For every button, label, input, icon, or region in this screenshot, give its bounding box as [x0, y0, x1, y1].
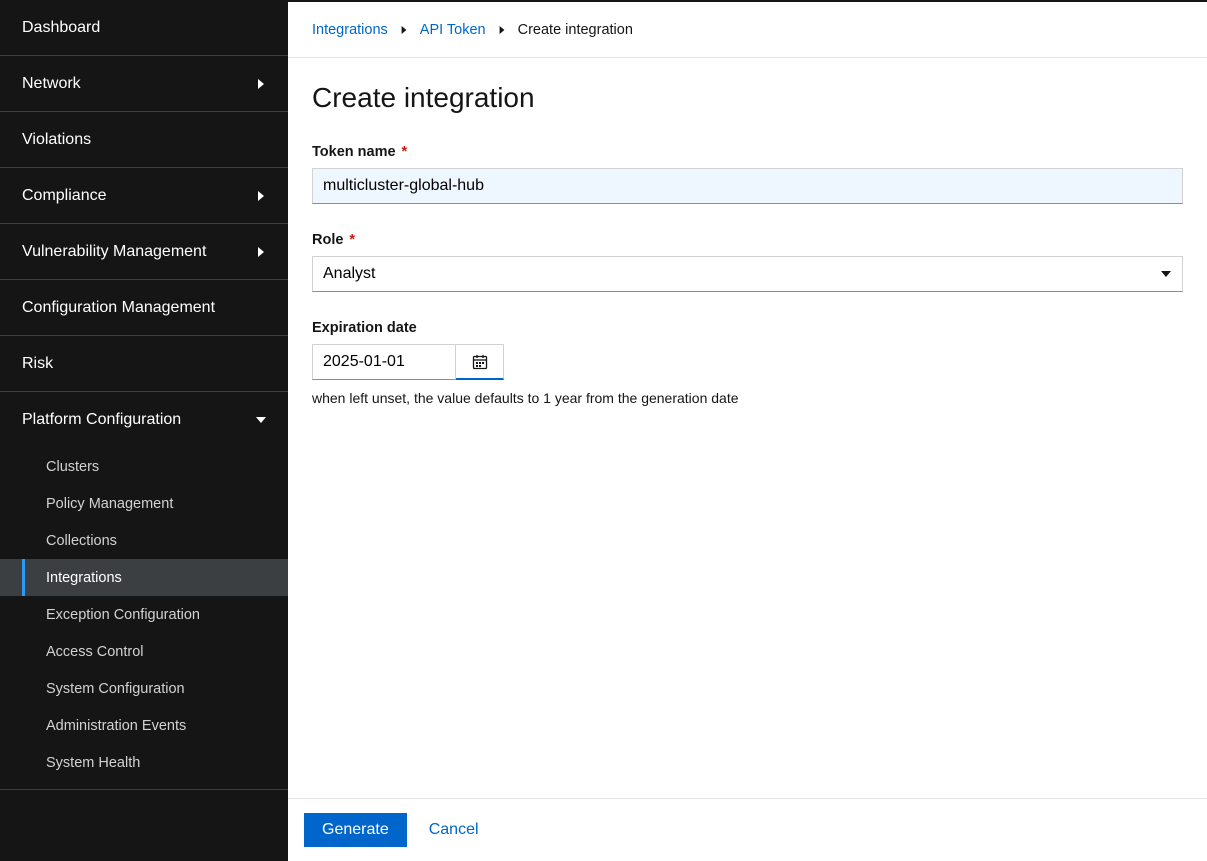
sidebar-subitem-label: Integrations — [46, 570, 122, 586]
sidebar-item-compliance[interactable]: Compliance — [0, 168, 288, 224]
sidebar-item-label: Violations — [22, 131, 91, 149]
cancel-button[interactable]: Cancel — [423, 813, 485, 847]
sidebar-subitem-policy-management[interactable]: Policy Management — [0, 485, 288, 522]
expiration-help-text: when left unset, the value defaults to 1… — [312, 390, 1183, 406]
sidebar-item-network[interactable]: Network — [0, 56, 288, 112]
form: Token name * Role * Analyst Expiration d… — [288, 144, 1207, 798]
sidebar-subitem-label: System Configuration — [46, 681, 185, 697]
chevron-down-icon — [256, 415, 266, 425]
breadcrumb-link-integrations[interactable]: Integrations — [312, 22, 388, 38]
chevron-right-icon — [400, 26, 408, 34]
label-role: Role * — [312, 232, 1183, 248]
sidebar-item-platform-configuration[interactable]: Platform Configuration — [0, 392, 288, 448]
sidebar-subitem-label: System Health — [46, 755, 140, 771]
sidebar-subitem-label: Exception Configuration — [46, 607, 200, 623]
generate-button[interactable]: Generate — [304, 813, 407, 847]
calendar-icon — [472, 354, 488, 370]
sidebar-subitem-administration-events[interactable]: Administration Events — [0, 707, 288, 744]
sidebar-item-configuration-management[interactable]: Configuration Management — [0, 280, 288, 336]
role-select[interactable]: Analyst — [312, 256, 1183, 292]
sidebar-item-label: Network — [22, 75, 81, 93]
label-text: Role — [312, 232, 343, 248]
sidebar-subitem-label: Access Control — [46, 644, 144, 660]
sidebar-item-label: Dashboard — [22, 19, 100, 37]
main: Integrations API Token Create integratio… — [288, 0, 1207, 861]
breadcrumb-link-api-token[interactable]: API Token — [420, 22, 486, 38]
chevron-right-icon — [498, 26, 506, 34]
token-name-input[interactable] — [312, 168, 1183, 204]
sidebar-subitem-access-control[interactable]: Access Control — [0, 633, 288, 670]
chevron-right-icon — [256, 191, 266, 201]
sidebar-subitem-label: Administration Events — [46, 718, 186, 734]
sidebar-item-dashboard[interactable]: Dashboard — [0, 0, 288, 56]
sidebar-subitem-clusters[interactable]: Clusters — [0, 448, 288, 485]
label-token-name: Token name * — [312, 144, 1183, 160]
sidebar: Dashboard Network Violations Compliance Vuln… — [0, 0, 288, 861]
sidebar-subitem-collections[interactable]: Collections — [0, 522, 288, 559]
label-expiration: Expiration date — [312, 320, 1183, 336]
page-title: Create integration — [288, 58, 1207, 144]
sidebar-subitem-exception-configuration[interactable]: Exception Configuration — [0, 596, 288, 633]
sidebar-item-label: Platform Configuration — [22, 411, 181, 429]
label-text: Token name — [312, 144, 396, 160]
sidebar-item-label: Vulnerability Management — [22, 243, 206, 261]
sidebar-subitem-label: Clusters — [46, 459, 99, 475]
required-marker: * — [402, 144, 408, 160]
field-role: Role * Analyst — [312, 232, 1183, 292]
footer: Generate Cancel — [288, 798, 1207, 861]
sidebar-item-risk[interactable]: Risk — [0, 336, 288, 392]
calendar-button[interactable] — [456, 344, 504, 380]
sidebar-subitem-system-configuration[interactable]: System Configuration — [0, 670, 288, 707]
field-token-name: Token name * — [312, 144, 1183, 204]
sidebar-item-label: Compliance — [22, 187, 106, 205]
sidebar-item-label: Risk — [22, 355, 53, 373]
breadcrumb-current: Create integration — [518, 22, 633, 38]
sidebar-sublist: Clusters Policy Management Collections Inte… — [0, 448, 288, 790]
sidebar-subitem-label: Collections — [46, 533, 117, 549]
expiration-date-input[interactable] — [312, 344, 456, 380]
required-marker: * — [349, 232, 355, 248]
chevron-right-icon — [256, 247, 266, 257]
chevron-right-icon — [256, 79, 266, 89]
sidebar-item-violations[interactable]: Violations — [0, 112, 288, 168]
sidebar-subitem-label: Policy Management — [46, 496, 173, 512]
field-expiration: Expiration date — [312, 320, 1183, 406]
breadcrumb: Integrations API Token Create integratio… — [288, 2, 1207, 58]
label-text: Expiration date — [312, 320, 417, 336]
sidebar-subitem-system-health[interactable]: System Health — [0, 744, 288, 781]
sidebar-item-vulnerability-management[interactable]: Vulnerability Management — [0, 224, 288, 280]
sidebar-subitem-integrations[interactable]: Integrations — [0, 559, 288, 596]
sidebar-item-label: Configuration Management — [22, 299, 215, 317]
